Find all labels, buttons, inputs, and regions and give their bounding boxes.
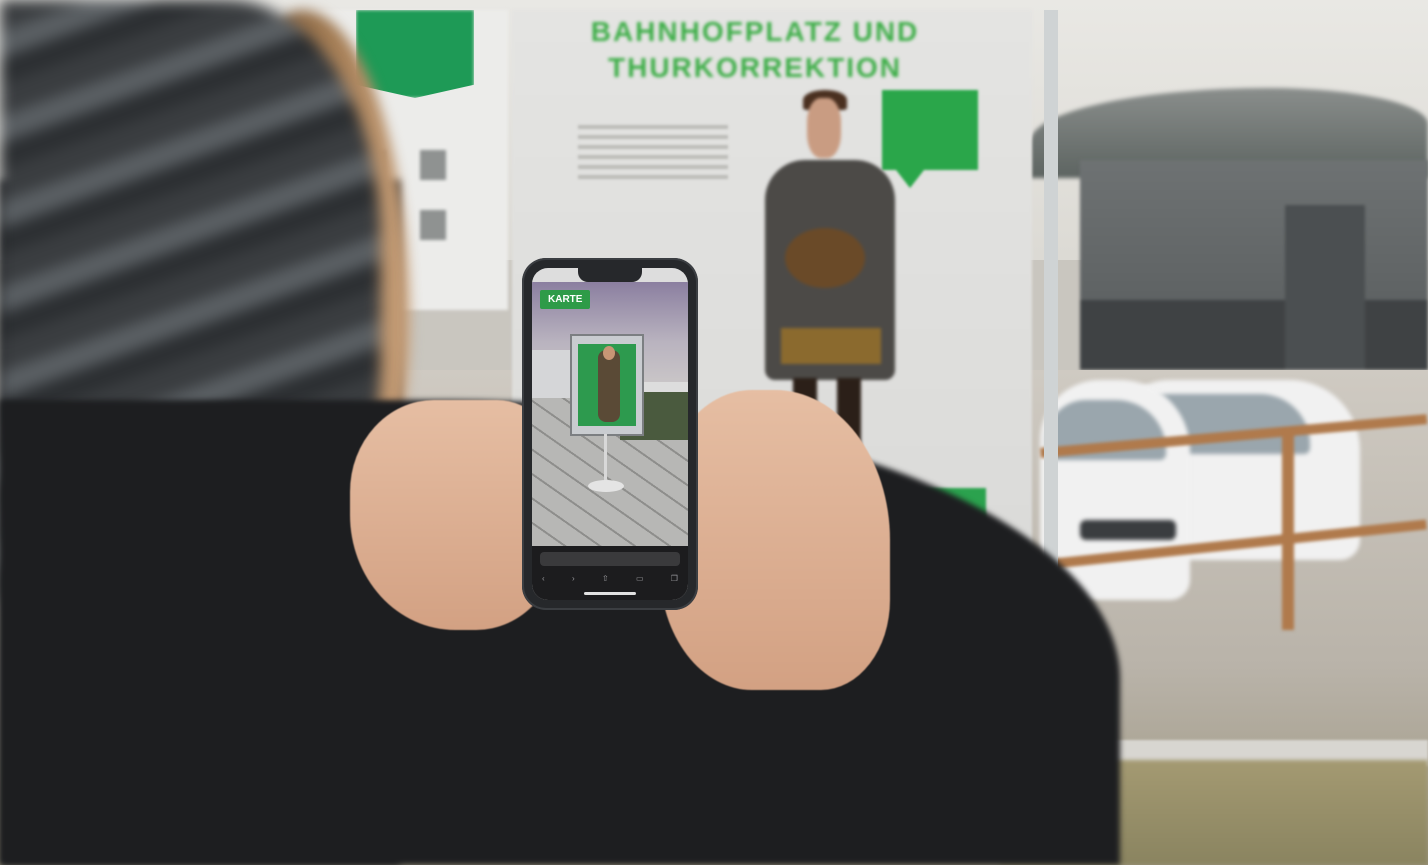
browser-bar: ‹ › ⇧ ▭ ❐ — [532, 546, 688, 600]
browser-toolbar: ‹ › ⇧ ▭ ❐ — [542, 574, 678, 588]
gray-building — [1080, 160, 1428, 370]
fence-post — [1282, 430, 1294, 630]
ar-poster-pole — [604, 434, 607, 486]
map-button[interactable]: KARTE — [540, 290, 591, 309]
ar-poster-base — [588, 480, 624, 492]
bookmark-icon[interactable]: ▭ — [636, 574, 644, 588]
forward-icon[interactable]: › — [572, 574, 575, 588]
photo-scene: BAHNHOFPLATZ UND THURKORREKTION KARTE ‹ … — [0, 0, 1428, 865]
ar-poster-model[interactable] — [570, 334, 644, 436]
url-bar[interactable] — [540, 552, 680, 566]
tabs-icon[interactable]: ❐ — [671, 574, 678, 588]
home-indicator — [584, 592, 636, 595]
share-icon[interactable]: ⇧ — [602, 574, 609, 588]
phone-screen: KARTE ‹ › ⇧ ▭ ❐ — [532, 268, 688, 600]
smartphone: KARTE ‹ › ⇧ ▭ ❐ — [522, 258, 698, 610]
back-icon[interactable]: ‹ — [542, 574, 545, 588]
phone-notch — [578, 268, 642, 282]
